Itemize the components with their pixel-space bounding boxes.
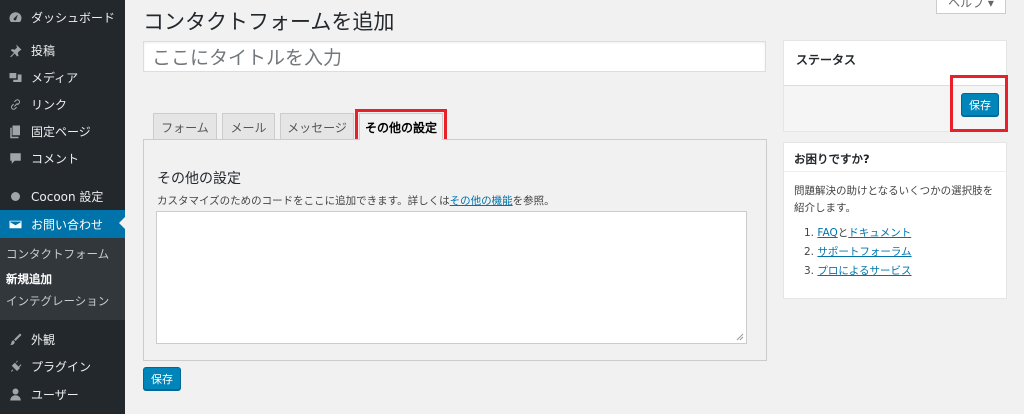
sidebar-item-pages[interactable]: 固定ページ (0, 118, 125, 144)
tab-additional-settings[interactable]: その他の設定 (359, 113, 443, 140)
user-icon (6, 385, 24, 403)
tab-messages[interactable]: メッセージ (280, 113, 354, 140)
sidebar-item-plugins[interactable]: プラグイン (0, 353, 125, 379)
help-divider (784, 171, 1006, 172)
admin-sidebar: ダッシュボード 投稿 メディア リンク 固定ページ コメント Cocoon 設定… (0, 0, 125, 414)
list-number: 2. (804, 246, 815, 258)
status-box-title: ステータス (796, 53, 857, 67)
media-icon (6, 68, 24, 86)
tab-mail[interactable]: メール (222, 113, 275, 140)
link-icon (6, 95, 24, 113)
sidebar-item-label: ユーザー (31, 387, 79, 402)
sidebar-item-cocoon[interactable]: Cocoon 設定 (0, 183, 125, 209)
support-forum-link[interactable]: サポートフォーラム (817, 246, 911, 258)
sidebar-item-label: 固定ページ (31, 124, 91, 139)
panel-description: カスタマイズのためのコードをここに追加できます。詳しくはその他の機能を参照。 (157, 193, 555, 208)
page-title: コンタクトフォームを追加 (143, 10, 395, 34)
submenu-add-new[interactable]: 新規追加 (6, 271, 52, 287)
sidebar-item-users[interactable]: ユーザー (0, 381, 125, 407)
sidebar-item-appearance[interactable]: 外観 (0, 326, 125, 352)
current-indicator (119, 217, 125, 229)
professional-services-link[interactable]: プロによるサービス (817, 265, 911, 277)
tab-form[interactable]: フォーム (153, 113, 217, 140)
help-list-item: 1. FAQとドキュメント (804, 225, 911, 240)
additional-features-link[interactable]: その他の機能 (450, 195, 513, 207)
resize-handle-icon[interactable] (736, 333, 744, 341)
sidebar-item-label: プラグイン (31, 359, 92, 374)
help-box: お困りですか? 問題解決の助けとなるいくつかの選択肢を紹介します。 1. FAQ… (783, 142, 1007, 299)
sidebar-item-comments[interactable]: コメント (0, 145, 125, 171)
circle-icon (6, 187, 24, 205)
sidebar-item-label: メディア (31, 70, 79, 85)
sidebar-item-label: リンク (31, 97, 68, 112)
sidebar-item-contact[interactable]: お問い合わせ (0, 210, 125, 238)
sidebar-item-label: コメント (31, 151, 80, 166)
submenu-integration[interactable]: インテグレーション (6, 293, 109, 309)
pin-icon (6, 41, 24, 59)
desc-text-suffix: を参照。 (512, 195, 555, 207)
title-input[interactable]: ここにタイトルを入力 (143, 41, 766, 72)
contact-submenu: コンタクトフォーム 新規追加 インテグレーション (0, 238, 125, 320)
save-highlight-box (950, 75, 1008, 132)
mail-icon (6, 215, 24, 233)
sidebar-item-links[interactable]: リンク (0, 91, 125, 117)
sidebar-item-media[interactable]: メディア (0, 64, 125, 90)
sidebar-item-label: お問い合わせ (31, 217, 104, 232)
list-number: 3. (804, 265, 815, 277)
sidebar-item-posts[interactable]: 投稿 (0, 37, 125, 63)
dashboard-icon (6, 8, 24, 26)
sidebar-item-label: 外観 (31, 332, 56, 347)
help-box-description: 問題解決の助けとなるいくつかの選択肢を紹介します。 (794, 185, 994, 214)
faq-link[interactable]: FAQ (817, 227, 837, 239)
appearance-icon (6, 330, 24, 348)
help-list-item: 2. サポートフォーラム (804, 244, 912, 259)
submenu-contact-forms[interactable]: コンタクトフォーム (6, 246, 109, 262)
help-tab-button[interactable]: ヘルプ ▾ (936, 0, 1006, 14)
comment-icon (6, 149, 24, 167)
panel-heading: その他の設定 (157, 171, 241, 187)
plugin-icon (6, 357, 24, 375)
documentation-link[interactable]: ドキュメント (848, 227, 911, 239)
sidebar-item-label: 投稿 (31, 43, 56, 58)
additional-settings-textarea[interactable] (156, 211, 747, 344)
list-number: 1. (804, 227, 815, 239)
list-connector: と (837, 227, 849, 239)
sidebar-item-dashboard[interactable]: ダッシュボード (0, 4, 125, 30)
save-button-bottom[interactable]: 保存 (143, 367, 181, 390)
desc-text: カスタマイズのためのコードをここに追加できます。詳しくは (157, 195, 450, 207)
help-box-title: お困りですか? (794, 152, 870, 166)
page-icon (6, 122, 24, 140)
help-list-item: 3. プロによるサービス (804, 263, 912, 278)
sidebar-item-label: ダッシュボード (31, 10, 116, 25)
sidebar-item-label: Cocoon 設定 (31, 189, 104, 204)
